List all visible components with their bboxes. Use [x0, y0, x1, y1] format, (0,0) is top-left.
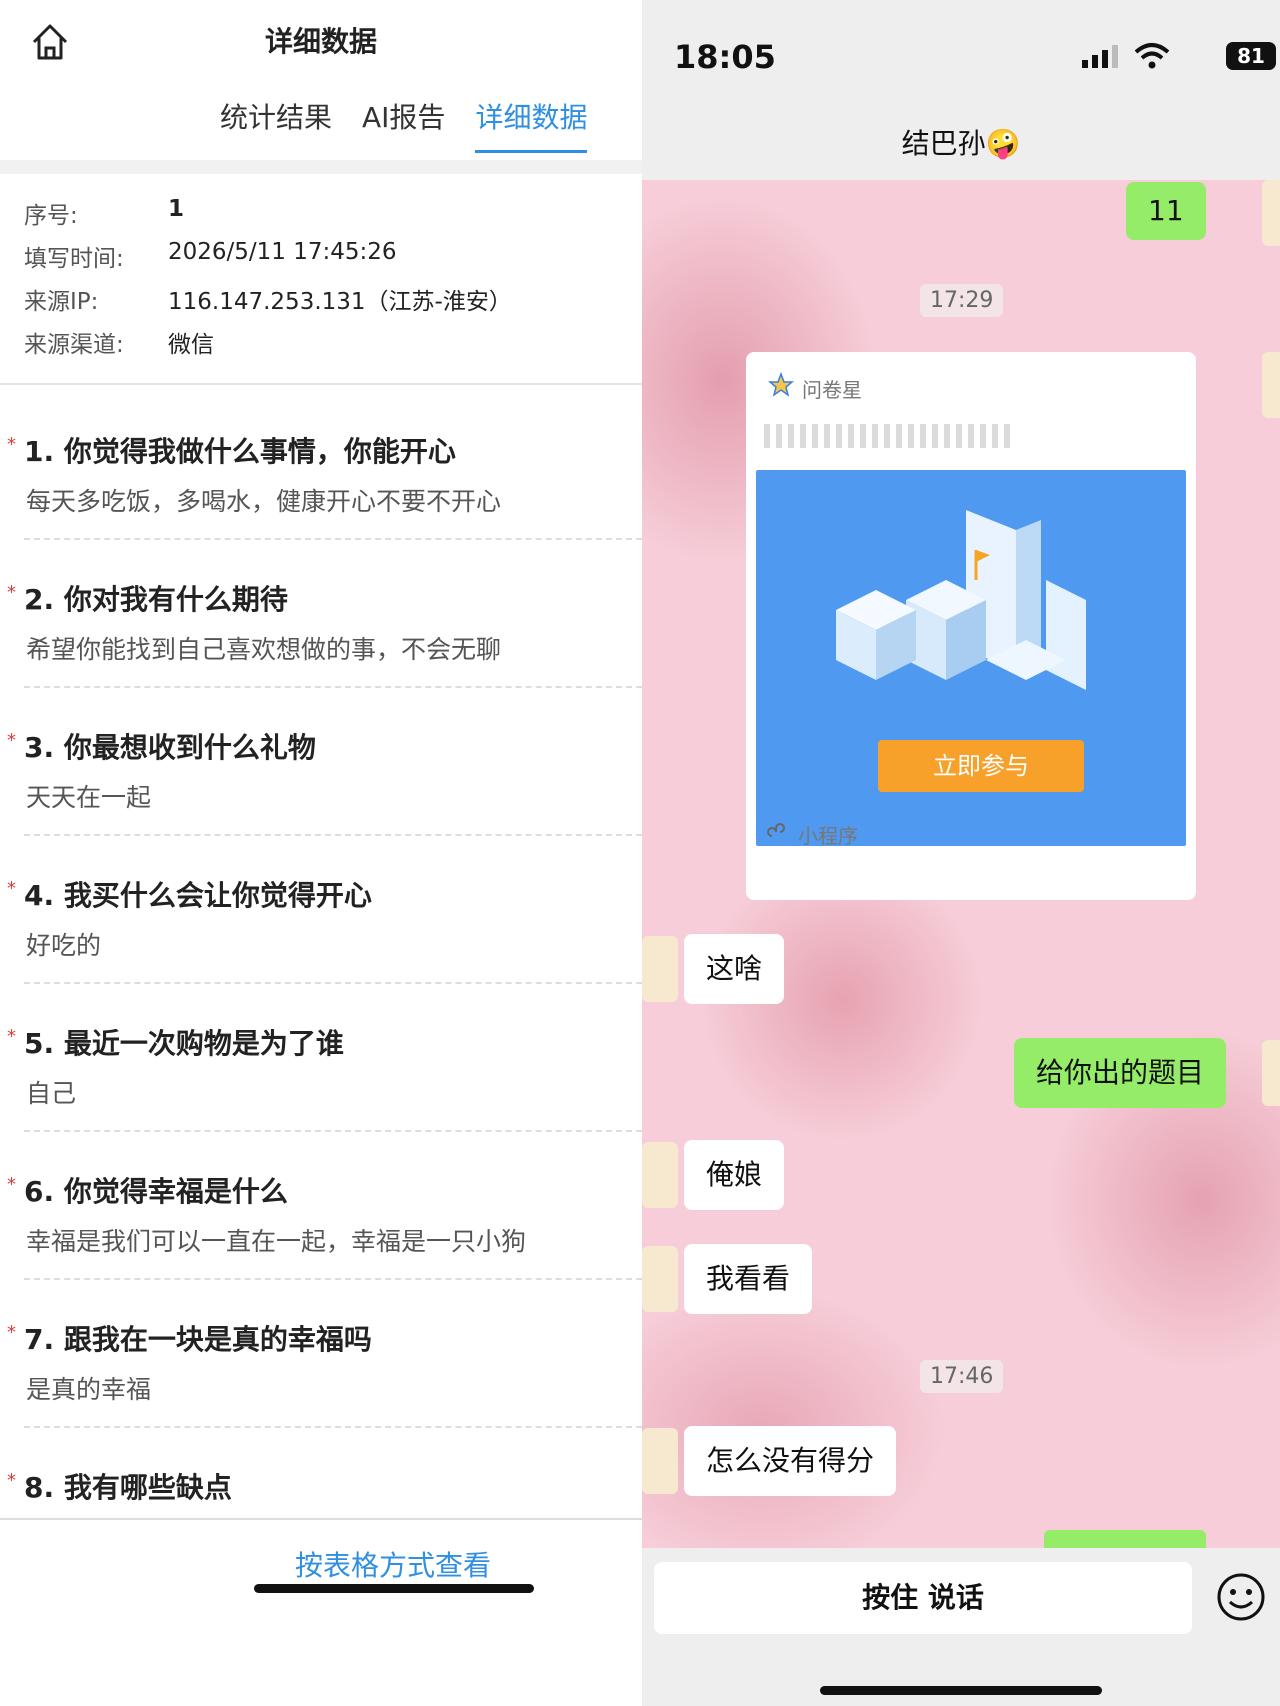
status-time: 18:05: [674, 38, 776, 76]
question-list: * 1. 你觉得我做什么事情，你能开心 每天多吃饭，多喝水，健康开心不要不开心 …: [0, 404, 642, 1588]
response-meta: 序号: 1 填写时间: 2026/5/11 17:45:26 来源IP: 116.14…: [24, 196, 512, 368]
card-source: 问卷星: [802, 378, 862, 402]
divider: [0, 160, 642, 174]
chat-header: 结巴孙🤪: [642, 100, 1280, 180]
table-view-link[interactable]: 按表格方式查看: [0, 1544, 642, 1584]
message-bubble-received[interactable]: 怎么没有得分: [684, 1426, 897, 1496]
meta-label-time: 填写时间:: [24, 246, 124, 272]
required-mark: *: [7, 434, 16, 455]
question-title: 7. 跟我在一块是真的幸福吗: [24, 1323, 372, 1356]
question-item: * 4. 我买什么会让你觉得开心 好吃的: [0, 848, 642, 996]
required-mark: *: [7, 1174, 16, 1195]
question-answer: 希望你能找到自己喜欢想做的事，不会无聊: [26, 635, 502, 664]
question-title: 1. 你觉得我做什么事情，你能开心: [24, 435, 456, 468]
divider: [24, 1130, 642, 1132]
survey-detail-panel: 详细数据 统计结果 AI报告 详细数据 序号: 1 填写时间: 2026/5/11 …: [0, 0, 642, 1706]
tab-bar: 统计结果 AI报告 详细数据: [220, 96, 588, 153]
question-answer: 是真的幸福: [26, 1375, 152, 1404]
timestamp: 17:46: [920, 1360, 1004, 1393]
question-item: * 5. 最近一次购物是为了谁 自己: [0, 996, 642, 1144]
question-title: 5. 最近一次购物是为了谁: [24, 1027, 344, 1060]
blurred-title: [764, 424, 1014, 448]
meta-label-id: 序号:: [24, 203, 78, 229]
question-item: * 6. 你觉得幸福是什么 幸福是我们可以一直在一起，幸福是一只小狗: [0, 1144, 642, 1292]
required-mark: *: [7, 1322, 16, 1343]
chat-input-bar: 按住 说话: [642, 1548, 1280, 1706]
star-icon: [768, 372, 794, 397]
meta-value-id: 1: [168, 196, 185, 222]
page-title: 详细数据: [264, 25, 377, 58]
meta-label-channel: 来源渠道:: [24, 332, 124, 358]
avatar[interactable]: [642, 936, 678, 1002]
required-mark: *: [7, 1026, 16, 1047]
question-answer: 好吃的: [26, 931, 102, 960]
divider: [24, 982, 642, 984]
divider: [24, 1426, 642, 1428]
meta-value-channel: 微信: [168, 332, 214, 358]
avatar[interactable]: [1262, 352, 1280, 418]
chat-title[interactable]: 结巴孙🤪: [642, 122, 1280, 162]
home-indicator: [254, 1584, 534, 1593]
required-mark: *: [7, 1470, 16, 1491]
required-mark: *: [7, 878, 16, 899]
hold-to-talk-button[interactable]: 按住 说话: [654, 1562, 1192, 1634]
divider: [24, 834, 642, 836]
message-bubble-sent[interactable]: 给你出的题目: [1014, 1038, 1227, 1108]
question-title: 4. 我买什么会让你觉得开心: [24, 879, 372, 912]
question-item: * 3. 你最想收到什么礼物 天天在一起: [0, 700, 642, 848]
timestamp: 17:29: [920, 284, 1004, 317]
emoji-icon[interactable]: [1216, 1572, 1266, 1622]
question-title: 8. 我有哪些缺点: [24, 1471, 232, 1504]
home-indicator: [820, 1686, 1102, 1695]
question-answer: 每天多吃饭，多喝水，健康开心不要不开心: [26, 487, 502, 516]
divider: [24, 1278, 642, 1280]
meta-value-time: 2026/5/11 17:45:26: [168, 239, 397, 265]
tab-detail[interactable]: 详细数据: [475, 96, 588, 153]
meta-value-ip: 116.147.253.131（江苏-淮安）: [168, 289, 512, 315]
message-bubble-received[interactable]: 这啥: [684, 934, 785, 1004]
message-bubble-received[interactable]: 俺娘: [684, 1140, 785, 1210]
required-mark: *: [7, 582, 16, 603]
meta-label-ip: 来源IP:: [24, 289, 99, 315]
divider: [0, 1518, 642, 1520]
question-title: 3. 你最想收到什么礼物: [24, 731, 316, 764]
card-cover-image: 立即参与: [756, 470, 1186, 846]
battery-indicator: 81: [1226, 42, 1276, 70]
question-title: 6. 你觉得幸福是什么: [24, 1175, 288, 1208]
question-answer: 天天在一起: [26, 783, 152, 812]
required-mark: *: [7, 730, 16, 751]
avatar[interactable]: [1262, 1040, 1280, 1106]
question-item: * 1. 你觉得我做什么事情，你能开心 每天多吃饭，多喝水，健康开心不要不开心: [0, 404, 642, 552]
question-item: * 7. 跟我在一块是真的幸福吗 是真的幸福: [0, 1292, 642, 1440]
tab-ai-report[interactable]: AI报告: [362, 96, 445, 153]
avatar[interactable]: [642, 1428, 678, 1494]
question-answer: 自己: [26, 1079, 77, 1108]
question-item: * 2. 你对我有什么期待 希望你能找到自己喜欢想做的事，不会无聊: [0, 552, 642, 700]
message-bubble-partial: [1044, 1530, 1206, 1548]
mini-program-card[interactable]: 问卷星 立即参与 小程序: [746, 352, 1196, 900]
avatar[interactable]: [642, 1246, 678, 1312]
isometric-illustration: [836, 510, 1086, 690]
avatar[interactable]: [1262, 180, 1280, 246]
status-bar: 18:05 81: [642, 0, 1280, 100]
signal-icon: [1082, 45, 1118, 68]
divider: [24, 686, 642, 688]
question-answer: 幸福是我们可以一直在一起，幸福是一只小狗: [26, 1227, 527, 1256]
wifi-icon: [1134, 43, 1170, 69]
join-now-button[interactable]: 立即参与: [878, 740, 1084, 792]
card-type-label: 小程序: [798, 824, 858, 848]
wechat-chat-panel: 18:05 81 结巴孙🤪 11 17:29 问卷星 立即参与 小程序 这啥 给…: [642, 0, 1280, 1706]
tab-stats[interactable]: 统计结果: [220, 96, 332, 153]
message-bubble-sent[interactable]: 11: [1126, 182, 1206, 240]
divider: [0, 383, 642, 385]
divider: [24, 538, 642, 540]
mini-program-icon: [767, 823, 785, 837]
message-bubble-received[interactable]: 我看看: [684, 1244, 813, 1314]
avatar[interactable]: [642, 1142, 678, 1208]
question-title: 2. 你对我有什么期待: [24, 583, 288, 616]
